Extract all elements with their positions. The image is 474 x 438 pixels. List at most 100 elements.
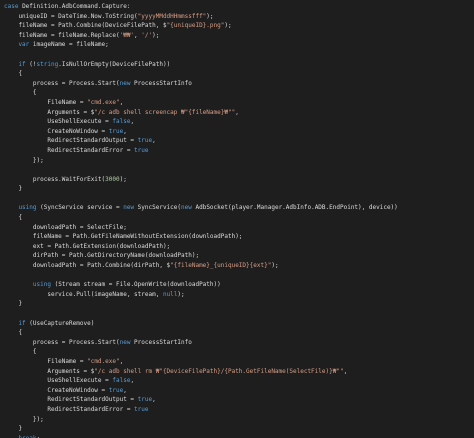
code-token: imageName = fileName; — [29, 41, 109, 49]
code-token: , — [123, 386, 127, 394]
code-line: using (Stream stream = File.OpenWrite(do… — [4, 280, 474, 290]
code-token: , — [130, 118, 135, 126]
code-line: { — [4, 69, 474, 79]
code-token: , — [152, 137, 156, 145]
code-editor[interactable]: case Definition.AdbCommand.Capture: uniq… — [0, 0, 474, 438]
code-token: ); — [271, 262, 279, 270]
code-token: true — [134, 405, 149, 413]
code-token: Arguments = $ — [4, 108, 95, 116]
code-token: , — [235, 108, 239, 116]
code-line: if (UseCaptureRemove) — [4, 319, 474, 329]
code-token: { — [4, 214, 23, 222]
code-token: if — [4, 319, 26, 327]
code-token: ); — [119, 175, 127, 183]
code-line: UseShellExecute = false, — [4, 117, 474, 127]
code-token: (UseCaptureRemove) — [25, 319, 95, 327]
code-line: CreateNoWindow = true, — [4, 386, 474, 396]
code-token: , — [343, 367, 348, 375]
code-token: { — [4, 89, 37, 97]
code-line: fileName = fileName.Replace('₩₩', '/'); — [4, 31, 474, 41]
code-line: uniqueID = DateTime.Now.ToString("yyyyMM… — [4, 12, 474, 22]
code-token: new — [119, 79, 131, 87]
code-line: RedirectStandardOutput = true, — [4, 136, 474, 146]
code-token: fileName = Path.GetFileNameWithoutExtens… — [4, 233, 243, 241]
code-token: "yyyyMMddHHmmssfff" — [137, 12, 207, 20]
code-token: CreateNoWindow = — [4, 127, 109, 135]
code-line: dirPath = Path.GetDirectoryName(download… — [4, 251, 474, 261]
code-line: { — [4, 213, 474, 223]
code-token: RedirectStandardError = — [4, 146, 135, 154]
code-token: Definition.AdbCommand.Capture: — [18, 3, 131, 10]
code-token: false — [112, 377, 131, 385]
code-line: service.Pull(imageName, stream, null); — [4, 290, 474, 300]
code-token: process.WaitForExit( — [4, 175, 106, 183]
code-token: ); — [206, 12, 214, 20]
code-token: ); — [224, 22, 232, 30]
code-line: CreateNoWindow = true, — [4, 127, 474, 137]
code-token: using — [4, 204, 37, 212]
code-token: new — [123, 204, 135, 212]
code-token: var — [4, 41, 30, 49]
code-token: } — [4, 425, 23, 433]
code-token: ProcessStartInfo — [130, 79, 192, 87]
code-token: null — [162, 290, 178, 298]
code-token: AdbSocket(player.Manager.AdbInfo.ADB.End… — [191, 204, 398, 212]
code-token: process = Process.Start( — [4, 338, 120, 346]
code-line: case Definition.AdbCommand.Capture: — [4, 2, 474, 12]
code-token: "cmd.exe" — [87, 98, 120, 106]
code-token: '/' — [141, 31, 153, 39]
code-token: { — [4, 348, 37, 356]
code-token: { — [4, 70, 23, 78]
code-token: string — [36, 60, 59, 68]
code-token: service.Pull(imageName, stream, — [4, 290, 163, 298]
code-token: "/c adb shell screencap ₩"{fileName}₩"" — [94, 108, 236, 116]
code-token: downloadPath = Path.Combine(dirPath, $ — [4, 262, 171, 270]
code-token: FileName = — [4, 357, 88, 365]
code-token: UseShellExecute = — [4, 377, 113, 385]
code-token: case — [4, 3, 19, 10]
code-token: using — [4, 281, 51, 289]
code-token: fileName = Path.Combine(DeviceFilePath, … — [4, 22, 167, 30]
code-line: fileName = Path.Combine(DeviceFilePath, … — [4, 21, 474, 31]
code-line: ext = Path.GetExtension(downloadPath); — [4, 242, 474, 252]
code-token: Arguments = $ — [4, 367, 95, 375]
code-line: process = Process.Start(new ProcessStart… — [4, 79, 474, 89]
code-line: using (SyncService service = new SyncSer… — [4, 203, 474, 213]
code-line: process.WaitForExit(3000); — [4, 175, 474, 185]
code-token: (SyncService service = — [36, 204, 124, 212]
code-token: ); — [177, 290, 185, 298]
code-token: "{uniqueID}.png" — [166, 22, 225, 30]
code-token: dirPath = Path.GetDirectoryName(download… — [4, 252, 200, 260]
code-token: , — [152, 396, 156, 404]
code-token: if — [4, 60, 26, 68]
code-line: process = Process.Start(new ProcessStart… — [4, 338, 474, 348]
code-token: "{fileName}_{uniqueID}{ext}" — [170, 262, 272, 270]
code-token: "cmd.exe" — [87, 357, 120, 365]
code-line: }); — [4, 415, 474, 425]
code-line: { — [4, 347, 474, 357]
code-line: downloadPath = SelectFile; — [4, 223, 474, 233]
code-token: RedirectStandardOutput = — [4, 396, 138, 404]
code-token: true — [108, 127, 124, 135]
code-line: if (!string.IsNullOrEmpty(DeviceFilePath… — [4, 60, 474, 70]
code-token: uniqueID = DateTime.Now.ToString( — [4, 12, 138, 20]
code-line: RedirectStandardError = true — [4, 146, 474, 156]
code-line: } — [4, 184, 474, 194]
code-token: true — [137, 396, 153, 404]
code-token: process = Process.Start( — [4, 79, 120, 87]
code-token: (Stream stream = File.OpenWrite(download… — [50, 281, 221, 289]
code-line: { — [4, 88, 474, 98]
code-token: ext = Path.GetExtension(downloadPath); — [4, 242, 171, 250]
code-token: fileName = fileName.Replace( — [4, 31, 120, 39]
code-token: , — [119, 357, 124, 365]
code-token: { — [4, 329, 23, 337]
code-token: SyncService( — [134, 204, 182, 212]
code-line: UseShellExecute = false, — [4, 376, 474, 386]
code-token: '₩₩' — [119, 31, 135, 39]
code-token: FileName = — [4, 98, 88, 106]
